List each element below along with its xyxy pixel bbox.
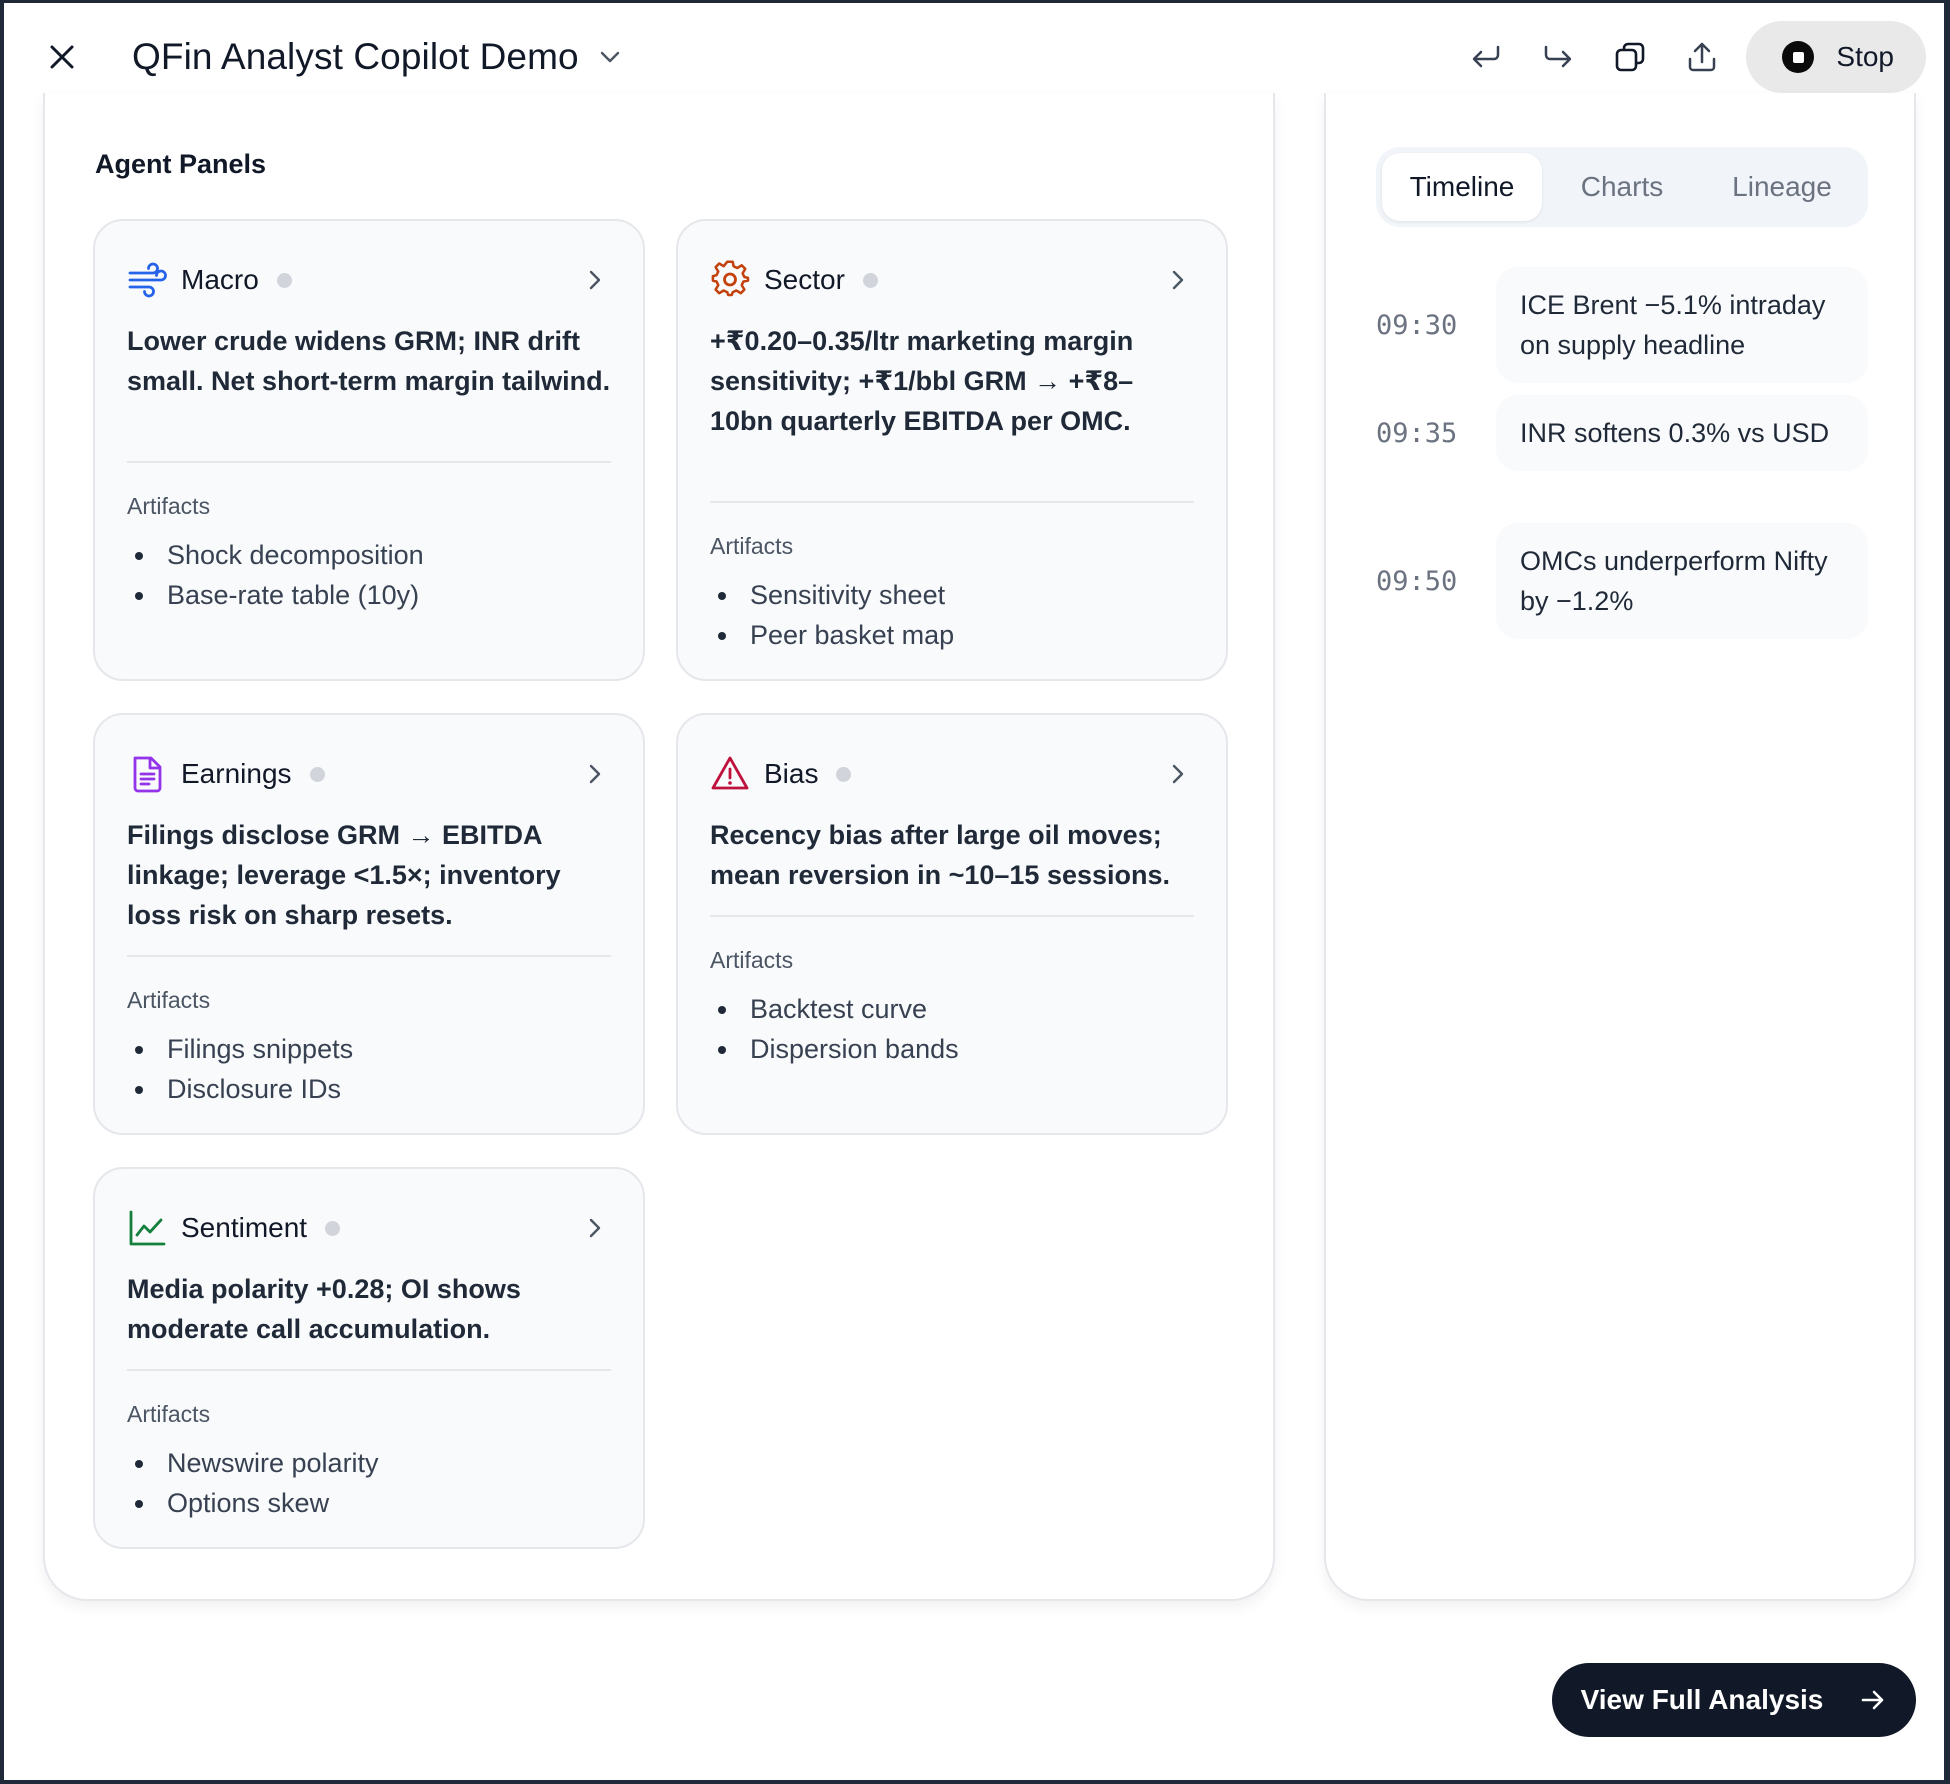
view-full-analysis-button[interactable]: View Full Analysis — [1552, 1663, 1916, 1737]
undo-icon — [1473, 45, 1500, 68]
chevron-right-icon[interactable] — [1162, 758, 1194, 790]
card-title: Sentiment — [181, 1212, 308, 1243]
artifact-item[interactable]: Peer basket map — [710, 615, 1194, 655]
chevron-right-icon[interactable] — [579, 1212, 611, 1244]
tab-charts[interactable]: Charts — [1542, 153, 1702, 221]
artifacts-label: Artifacts — [127, 1401, 211, 1427]
artifacts-list: Filings snippets Disclosure IDs — [127, 1029, 611, 1109]
card-summary: Recency bias after large oil moves; mean… — [710, 820, 1171, 890]
card-title: Sector — [764, 264, 845, 295]
divider — [710, 501, 1194, 503]
card-summary: Filings disclose GRM → EBITDA linkage; l… — [127, 820, 561, 930]
card-summary: Media polarity +0.28; OI shows moderate … — [127, 1274, 521, 1344]
timeline-event[interactable]: OMCs underperform Nifty by −1.2% — [1496, 523, 1868, 639]
close-button[interactable] — [42, 37, 82, 77]
stop-button[interactable]: Stop — [1746, 21, 1926, 93]
status-dot — [309, 766, 325, 782]
artifact-item[interactable]: Filings snippets — [127, 1029, 611, 1069]
toolbar: Stop — [1450, 21, 1926, 93]
agent-card-earnings[interactable]: Earnings Filings disclose GRM → EBITDA l… — [93, 713, 645, 1135]
chevron-right-icon[interactable] — [579, 264, 611, 296]
section-title: Agent Panels — [95, 149, 267, 179]
app-title: QFin Analyst Copilot Demo — [132, 36, 579, 77]
card-summary: Lower crude widens GRM; INR drift small.… — [127, 326, 611, 396]
tab-lineage[interactable]: Lineage — [1702, 153, 1862, 221]
warning-icon — [710, 754, 750, 794]
status-dot — [836, 766, 852, 782]
side-panel: Timeline Charts Lineage 09:30 ICE Brent … — [1324, 93, 1916, 1601]
agent-panels-section: Agent Panels Macro Lower crude widens GR… — [43, 93, 1275, 1601]
title-dropdown[interactable]: QFin Analyst Copilot Demo — [132, 31, 623, 83]
timeline-time: 09:35 — [1376, 417, 1458, 449]
tab-timeline[interactable]: Timeline — [1382, 153, 1542, 221]
timeline-event[interactable]: INR softens 0.3% vs USD — [1496, 395, 1868, 471]
artifact-item[interactable]: Newswire polarity — [127, 1443, 611, 1483]
divider — [127, 461, 611, 463]
divider — [710, 915, 1194, 917]
line-chart-icon — [127, 1208, 167, 1248]
redo-icon — [1545, 45, 1572, 68]
copy-icon — [1616, 42, 1645, 72]
wind-icon — [127, 260, 167, 300]
card-title: Earnings — [181, 758, 292, 789]
card-header: Earnings — [127, 751, 611, 797]
card-header: Sector — [710, 257, 1194, 303]
side-tabs: Timeline Charts Lineage — [1376, 147, 1868, 227]
artifact-item[interactable]: Base-rate table (10y) — [127, 575, 611, 615]
artifacts-label: Artifacts — [127, 493, 211, 519]
agent-card-macro[interactable]: Macro Lower crude widens GRM; INR drift … — [93, 219, 645, 681]
timeline-event[interactable]: ICE Brent −5.1% intraday on supply headl… — [1496, 267, 1868, 383]
artifact-item[interactable]: Backtest curve — [710, 989, 1194, 1029]
cta-label: View Full Analysis — [1580, 1684, 1824, 1715]
artifacts-list: Newswire polarity Options skew — [127, 1443, 611, 1523]
artifacts-label: Artifacts — [710, 533, 794, 559]
upload-icon — [1689, 42, 1716, 72]
agent-card-bias[interactable]: Bias Recency bias after large oil moves;… — [676, 713, 1228, 1135]
artifacts-list: Shock decomposition Base-rate table (10y… — [127, 535, 611, 615]
timeline-item: 09:50 OMCs underperform Nifty by −1.2% — [1376, 523, 1868, 639]
artifacts-list: Sensitivity sheet Peer basket map — [710, 575, 1194, 655]
status-dot — [862, 272, 878, 288]
header-bar: QFin Analyst Copilot Demo Stop — [4, 3, 1944, 107]
redo-button[interactable] — [1522, 21, 1594, 93]
stop-label: Stop — [1836, 41, 1894, 72]
card-header: Sentiment — [127, 1205, 611, 1251]
document-icon — [127, 754, 167, 794]
arrow-right-icon — [1862, 1690, 1884, 1710]
artifacts-list: Backtest curve Dispersion bands — [710, 989, 1194, 1069]
status-dot — [276, 272, 292, 288]
card-title: Macro — [181, 264, 259, 295]
card-header: Macro — [127, 257, 611, 303]
artifact-item[interactable]: Disclosure IDs — [127, 1069, 611, 1109]
agent-card-sector[interactable]: Sector +₹0.20–0.35/ltr marketing margin … — [676, 219, 1228, 681]
card-title: Bias — [764, 758, 819, 789]
timeline-item: 09:30 ICE Brent −5.1% intraday on supply… — [1376, 267, 1868, 383]
chevron-down-icon — [600, 51, 619, 63]
artifact-item[interactable]: Shock decomposition — [127, 535, 611, 575]
stop-icon — [1782, 41, 1815, 73]
timeline-time: 09:50 — [1376, 565, 1458, 597]
card-header: Bias — [710, 751, 1194, 797]
artifact-item[interactable]: Options skew — [127, 1483, 611, 1523]
artifact-item[interactable]: Dispersion bands — [710, 1029, 1194, 1069]
gear-icon — [710, 260, 750, 300]
app-window: QFin Analyst Copilot Demo Stop Agent Pan… — [0, 0, 1950, 1784]
agent-card-sentiment[interactable]: Sentiment Media polarity +0.28; OI shows… — [93, 1167, 645, 1549]
divider — [127, 1369, 611, 1371]
chevron-right-icon[interactable] — [1162, 264, 1194, 296]
duplicate-button[interactable] — [1594, 21, 1666, 93]
timeline-item: 09:35 INR softens 0.3% vs USD — [1376, 395, 1868, 471]
artifacts-label: Artifacts — [127, 987, 211, 1013]
artifact-item[interactable]: Sensitivity sheet — [710, 575, 1194, 615]
card-summary: +₹0.20–0.35/ltr marketing margin sensiti… — [710, 326, 1134, 436]
status-dot — [325, 1220, 341, 1236]
undo-button[interactable] — [1450, 21, 1522, 93]
timeline-time: 09:30 — [1376, 309, 1458, 341]
chevron-right-icon[interactable] — [579, 758, 611, 790]
close-icon — [50, 45, 74, 69]
share-button[interactable] — [1666, 21, 1738, 93]
divider — [127, 955, 611, 957]
artifacts-label: Artifacts — [710, 947, 794, 973]
